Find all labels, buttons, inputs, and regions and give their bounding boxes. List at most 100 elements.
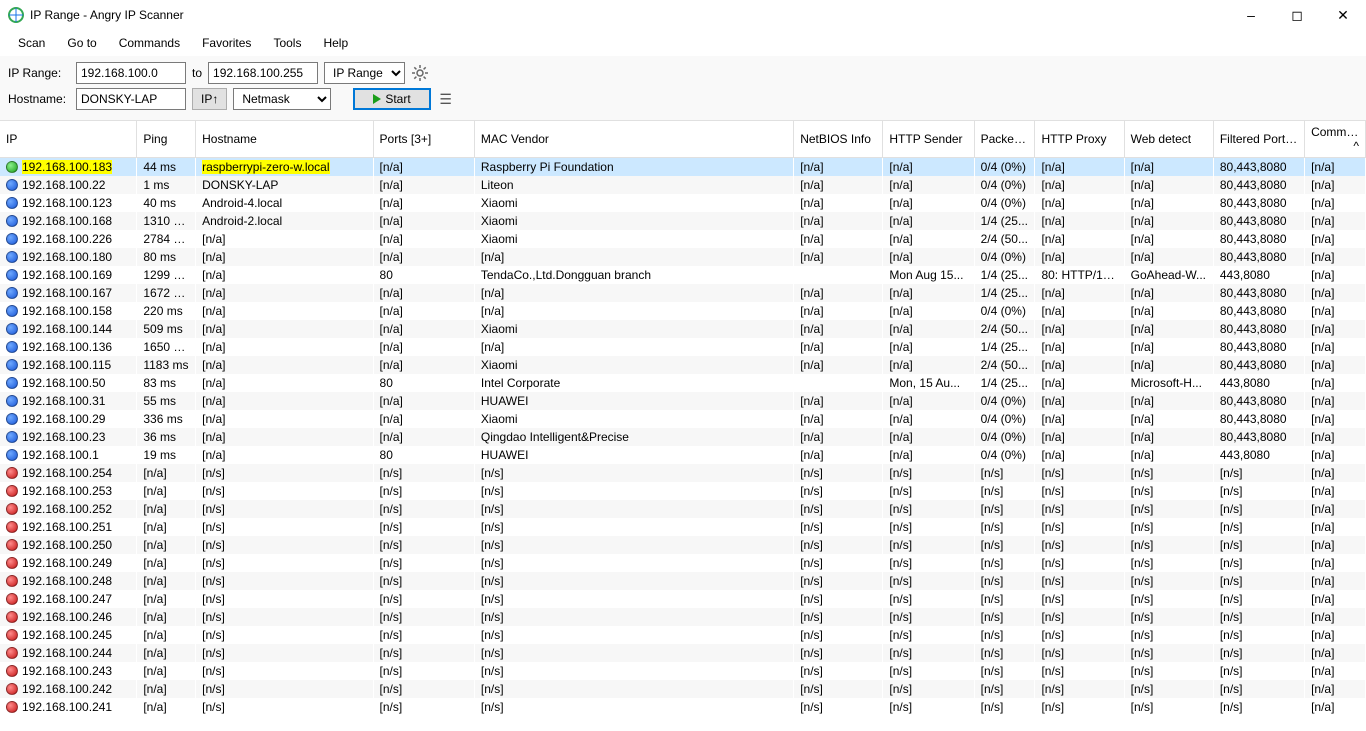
close-button[interactable]: ✕ (1320, 0, 1366, 30)
cell-httpsender: [n/a] (883, 230, 974, 248)
cell-mac: TendaCo.,Ltd.Dongguan branch (474, 266, 793, 284)
menu-icon[interactable]: ☰ (437, 90, 455, 108)
col-header-httpsender[interactable]: HTTP Sender (883, 121, 974, 158)
cell-httpproxy: [n/a] (1035, 284, 1124, 302)
table-row[interactable]: 192.168.100.250[n/a][n/s][n/s][n/s][n/s]… (0, 536, 1366, 554)
cell-filtered: 80,443,8080 (1213, 392, 1304, 410)
feeder-select[interactable]: IP Range (324, 62, 405, 84)
table-row[interactable]: 192.168.100.252[n/a][n/s][n/s][n/s][n/s]… (0, 500, 1366, 518)
cell-httpproxy: 80: HTTP/1.0... (1035, 266, 1124, 284)
col-header-httpproxy[interactable]: HTTP Proxy (1035, 121, 1124, 158)
minimize-button[interactable]: – (1228, 0, 1274, 30)
netmask-select[interactable]: Netmask (233, 88, 331, 110)
col-header-netbios[interactable]: NetBIOS Info (794, 121, 883, 158)
table-row[interactable]: 192.168.100.243[n/a][n/s][n/s][n/s][n/s]… (0, 662, 1366, 680)
menu-help[interactable]: Help (313, 32, 358, 54)
table-row[interactable]: 192.168.100.2262784 ms[n/a][n/a]Xiaomi[n… (0, 230, 1366, 248)
col-header-ping[interactable]: Ping (137, 121, 196, 158)
status-dot-icon (6, 233, 18, 245)
cell-packet: [n/s] (974, 626, 1035, 644)
col-header-filtered[interactable]: Filtered Ports... (1213, 121, 1304, 158)
table-row[interactable]: 192.168.100.1151183 ms[n/a][n/a]Xiaomi[n… (0, 356, 1366, 374)
table-row[interactable]: 192.168.100.119 ms[n/a]80HUAWEI[n/a][n/a… (0, 446, 1366, 464)
cell-netbios: [n/a] (794, 392, 883, 410)
table-row[interactable]: 192.168.100.221 msDONSKY-LAP[n/a]Liteon[… (0, 176, 1366, 194)
table-row[interactable]: 192.168.100.241[n/a][n/s][n/s][n/s][n/s]… (0, 698, 1366, 716)
cell-webdetect: [n/a] (1124, 194, 1213, 212)
table-row[interactable]: 192.168.100.1671672 ms[n/a][n/a][n/a][n/… (0, 284, 1366, 302)
cell-httpsender: [n/s] (883, 626, 974, 644)
table-row[interactable]: 192.168.100.247[n/a][n/s][n/s][n/s][n/s]… (0, 590, 1366, 608)
table-row[interactable]: 192.168.100.3155 ms[n/a][n/a]HUAWEI[n/a]… (0, 392, 1366, 410)
results-grid[interactable]: IPPingHostnamePorts [3+]MAC VendorNetBIO… (0, 121, 1366, 728)
col-header-comments[interactable]: Commen ^ (1305, 121, 1366, 158)
cell-filtered: [n/s] (1213, 698, 1304, 716)
table-row[interactable]: 192.168.100.248[n/a][n/s][n/s][n/s][n/s]… (0, 572, 1366, 590)
col-header-webdetect[interactable]: Web detect (1124, 121, 1213, 158)
gear-icon[interactable] (411, 64, 429, 82)
cell-filtered: 80,443,8080 (1213, 158, 1304, 177)
table-row[interactable]: 192.168.100.246[n/a][n/s][n/s][n/s][n/s]… (0, 608, 1366, 626)
table-row[interactable]: 192.168.100.144509 ms[n/a][n/a]Xiaomi[n/… (0, 320, 1366, 338)
cell-comments: [n/a] (1305, 590, 1366, 608)
cell-ip: 192.168.100.23 (0, 428, 137, 446)
table-row[interactable]: 192.168.100.1681310 msAndroid-2.local[n/… (0, 212, 1366, 230)
table-row[interactable]: 192.168.100.29336 ms[n/a][n/a]Xiaomi[n/a… (0, 410, 1366, 428)
cell-mac: [n/s] (474, 500, 793, 518)
cell-ip: 192.168.100.123 (0, 194, 137, 212)
table-row[interactable]: 192.168.100.2336 ms[n/a][n/a]Qingdao Int… (0, 428, 1366, 446)
table-row[interactable]: 192.168.100.158220 ms[n/a][n/a][n/a][n/a… (0, 302, 1366, 320)
cell-hostname: [n/s] (196, 626, 373, 644)
table-row[interactable]: 192.168.100.1361650 ms[n/a][n/a][n/a][n/… (0, 338, 1366, 356)
col-header-ip[interactable]: IP (0, 121, 137, 158)
maximize-button[interactable]: ◻ (1274, 0, 1320, 30)
table-row[interactable]: 192.168.100.254[n/a][n/s][n/s][n/s][n/s]… (0, 464, 1366, 482)
status-dot-icon (6, 287, 18, 299)
menu-tools[interactable]: Tools (263, 32, 311, 54)
table-row[interactable]: 192.168.100.244[n/a][n/s][n/s][n/s][n/s]… (0, 644, 1366, 662)
cell-httpproxy: [n/a] (1035, 194, 1124, 212)
table-row[interactable]: 192.168.100.251[n/a][n/s][n/s][n/s][n/s]… (0, 518, 1366, 536)
cell-filtered: 80,443,8080 (1213, 194, 1304, 212)
cell-comments: [n/a] (1305, 266, 1366, 284)
cell-comments: [n/a] (1305, 176, 1366, 194)
hostname-input[interactable] (76, 88, 186, 110)
menu-favorites[interactable]: Favorites (192, 32, 261, 54)
cell-mac: [n/s] (474, 680, 793, 698)
cell-ping: 83 ms (137, 374, 196, 392)
menu-go-to[interactable]: Go to (57, 32, 106, 54)
cell-netbios: [n/s] (794, 482, 883, 500)
cell-ip: 192.168.100.158 (0, 302, 137, 320)
menu-commands[interactable]: Commands (109, 32, 190, 54)
table-row[interactable]: 192.168.100.18080 ms[n/a][n/a][n/a][n/a]… (0, 248, 1366, 266)
cell-hostname: Android-4.local (196, 194, 373, 212)
col-header-hostname[interactable]: Hostname (196, 121, 373, 158)
col-header-ports[interactable]: Ports [3+] (373, 121, 474, 158)
cell-ports: [n/a] (373, 356, 474, 374)
ip-from-input[interactable] (76, 62, 186, 84)
cell-ping: 55 ms (137, 392, 196, 410)
col-header-packet[interactable]: Packet ... (974, 121, 1035, 158)
cell-ip: 192.168.100.167 (0, 284, 137, 302)
table-row[interactable]: 192.168.100.5083 ms[n/a]80Intel Corporat… (0, 374, 1366, 392)
status-dot-icon (6, 395, 18, 407)
table-row[interactable]: 192.168.100.1691299 ms[n/a]80TendaCo.,Lt… (0, 266, 1366, 284)
cell-netbios: [n/s] (794, 626, 883, 644)
table-row[interactable]: 192.168.100.242[n/a][n/s][n/s][n/s][n/s]… (0, 680, 1366, 698)
menu-scan[interactable]: Scan (8, 32, 55, 54)
start-button[interactable]: Start (353, 88, 430, 110)
cell-ping: [n/a] (137, 698, 196, 716)
table-row[interactable]: 192.168.100.249[n/a][n/s][n/s][n/s][n/s]… (0, 554, 1366, 572)
cell-comments: [n/a] (1305, 572, 1366, 590)
ip-to-input[interactable] (208, 62, 318, 84)
table-row[interactable]: 192.168.100.12340 msAndroid-4.local[n/a]… (0, 194, 1366, 212)
cell-netbios: [n/a] (794, 284, 883, 302)
col-header-mac[interactable]: MAC Vendor (474, 121, 793, 158)
cell-ports: [n/s] (373, 500, 474, 518)
table-row[interactable]: 192.168.100.18344 msraspberrypi-zero-w.l… (0, 158, 1366, 177)
cell-httpproxy: [n/s] (1035, 482, 1124, 500)
ip-up-button[interactable]: IP↑ (192, 88, 227, 110)
table-row[interactable]: 192.168.100.253[n/a][n/s][n/s][n/s][n/s]… (0, 482, 1366, 500)
cell-comments: [n/a] (1305, 482, 1366, 500)
table-row[interactable]: 192.168.100.245[n/a][n/s][n/s][n/s][n/s]… (0, 626, 1366, 644)
